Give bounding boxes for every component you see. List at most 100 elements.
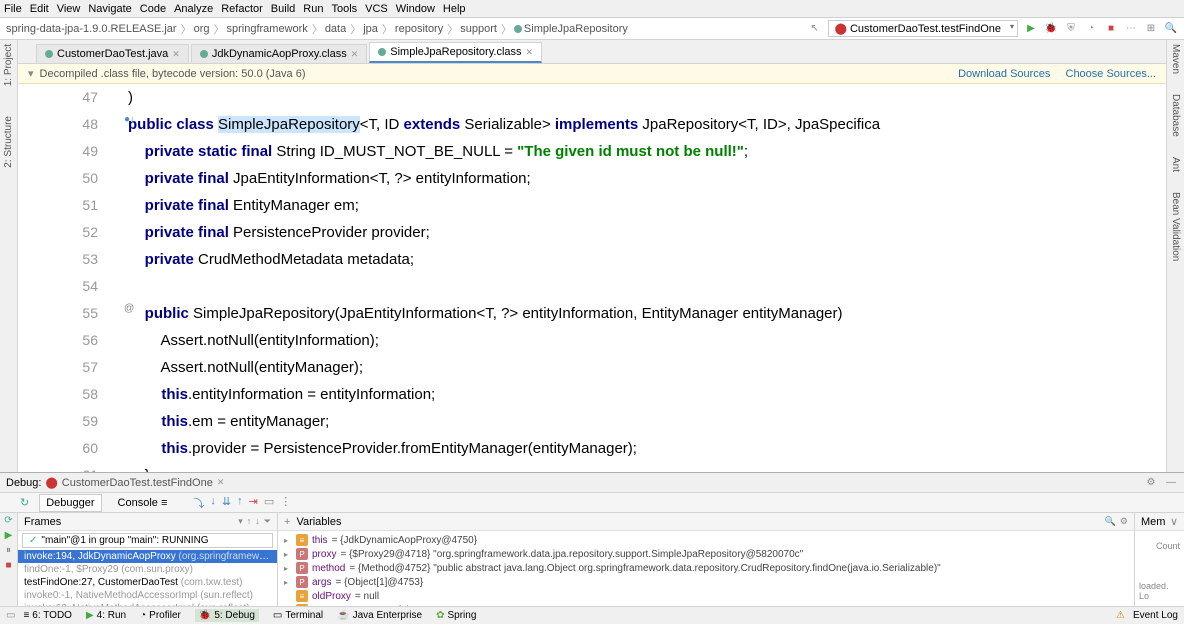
- sb-terminal[interactable]: ▭Terminal: [273, 610, 323, 621]
- close-icon[interactable]: ✕: [217, 477, 225, 488]
- close-icon[interactable]: ✕: [526, 47, 534, 58]
- breadcrumb-item[interactable]: repository: [395, 23, 443, 35]
- tab-database[interactable]: Database: [1170, 94, 1181, 137]
- code-content[interactable]: ) public class SimpleJpaRepository<T, ID…: [128, 84, 1166, 472]
- step-over-icon[interactable]: ⤵: [193, 495, 204, 511]
- banner-arrow-icon[interactable]: ▾: [28, 67, 34, 80]
- editor-tab[interactable]: CustomerDaoTest.java✕: [36, 44, 189, 63]
- resume-icon[interactable]: ↻: [20, 496, 29, 509]
- stop-icon[interactable]: ■: [1104, 22, 1118, 36]
- expand-icon[interactable]: ▸: [284, 578, 292, 587]
- search-icon[interactable]: 🔍: [1105, 516, 1116, 527]
- expand-icon[interactable]: ▸: [284, 564, 292, 573]
- filter-icon[interactable]: ⏷: [264, 516, 271, 527]
- menu-run[interactable]: Run: [303, 3, 323, 15]
- add-icon[interactable]: +: [284, 516, 290, 528]
- step-into-icon[interactable]: ↓: [210, 495, 216, 511]
- editor-tab[interactable]: JdkDynamicAopProxy.class✕: [191, 44, 367, 63]
- debug-icon[interactable]: 🐞: [1044, 22, 1058, 36]
- editor-tab-active[interactable]: SimpleJpaRepository.class✕: [369, 42, 542, 63]
- close-icon[interactable]: ✕: [351, 49, 359, 60]
- breadcrumb-item[interactable]: org: [194, 23, 210, 35]
- tab-console[interactable]: Console ≡: [112, 495, 174, 511]
- back-icon[interactable]: ↖: [808, 22, 822, 36]
- tab-structure[interactable]: 2: Structure: [3, 116, 14, 168]
- breadcrumb-item[interactable]: SimpleJpaRepository: [524, 23, 628, 35]
- frame-row[interactable]: findOne:-1, $Proxy29 (com.sun.proxy): [18, 563, 277, 576]
- var-row[interactable]: ▸Pargs = {Object[1]@4753}: [278, 575, 1134, 589]
- step-out-icon[interactable]: ↑: [237, 495, 243, 511]
- breadcrumb-item[interactable]: springframework: [227, 23, 308, 35]
- menu-view[interactable]: View: [57, 3, 81, 15]
- close-icon[interactable]: ✕: [172, 49, 180, 60]
- tool-window-icon[interactable]: ▭: [6, 610, 15, 621]
- notification-icon[interactable]: ⚠: [1116, 610, 1125, 621]
- structure-icon[interactable]: ⊞: [1144, 22, 1158, 36]
- download-sources-link[interactable]: Download Sources: [958, 68, 1050, 80]
- gear-icon[interactable]: ⚙: [1120, 516, 1128, 527]
- tab-maven[interactable]: Maven: [1170, 44, 1181, 74]
- override-icon[interactable]: ●↓: [124, 114, 135, 125]
- down-icon[interactable]: ↓: [255, 516, 260, 527]
- menu-code[interactable]: Code: [140, 3, 166, 15]
- var-row[interactable]: ≡setProxyContext = false: [278, 603, 1134, 606]
- menu-tools[interactable]: Tools: [331, 3, 357, 15]
- run-icon[interactable]: ▶: [1024, 22, 1038, 36]
- tab-project[interactable]: 1: Project: [3, 44, 14, 86]
- expand-icon[interactable]: ▸: [284, 536, 292, 545]
- sb-debug[interactable]: 🐞5: Debug: [195, 609, 259, 622]
- frame-row[interactable]: invoke:62, NativeMethodAccessorImpl (sun…: [18, 602, 277, 606]
- breadcrumb-item[interactable]: data: [325, 23, 346, 35]
- minimize-icon[interactable]: —: [1164, 476, 1178, 490]
- stop-icon[interactable]: ■: [5, 560, 11, 571]
- chevron-down-icon[interactable]: ∨: [1170, 515, 1178, 528]
- evaluate-icon[interactable]: ▭: [264, 495, 274, 511]
- frame-row[interactable]: invoke0:-1, NativeMethodAccessorImpl (su…: [18, 589, 277, 602]
- menu-refactor[interactable]: Refactor: [221, 3, 263, 15]
- menu-build[interactable]: Build: [271, 3, 295, 15]
- profile-icon[interactable]: ◔: [1084, 22, 1098, 36]
- run-config-selector[interactable]: ⬤ CustomerDaoTest.testFindOne: [828, 20, 1018, 37]
- more-icon[interactable]: ⋯: [1124, 22, 1138, 36]
- event-log-link[interactable]: Event Log: [1133, 610, 1178, 621]
- choose-sources-link[interactable]: Choose Sources...: [1066, 68, 1157, 80]
- run-to-cursor-icon[interactable]: ⇥: [249, 495, 258, 511]
- frames-list[interactable]: "main"@1 in group "main": RUNNING invoke…: [18, 531, 277, 606]
- force-step-into-icon[interactable]: ⇊: [222, 495, 231, 511]
- menu-file[interactable]: File: [4, 3, 22, 15]
- tab-bean-validation[interactable]: Bean Validation: [1170, 192, 1181, 261]
- var-row[interactable]: ▸Pmethod = {Method@4752} "public abstrac…: [278, 561, 1134, 575]
- annotation-icon[interactable]: @: [124, 303, 134, 314]
- prev-frame-icon[interactable]: ▾: [238, 516, 243, 527]
- breadcrumb-item[interactable]: support: [460, 23, 497, 35]
- gear-icon[interactable]: ⚙: [1144, 476, 1158, 490]
- menu-window[interactable]: Window: [396, 3, 435, 15]
- up-icon[interactable]: ↑: [247, 516, 252, 527]
- variables-list[interactable]: ▸≡this = {JdkDynamicAopProxy@4750} ▸Ppro…: [278, 531, 1134, 606]
- tab-debugger[interactable]: Debugger: [39, 494, 101, 512]
- more-icon[interactable]: ⋮: [280, 495, 291, 511]
- rerun-icon[interactable]: ⟳: [4, 515, 12, 526]
- breadcrumb-item[interactable]: jpa: [363, 23, 378, 35]
- menu-edit[interactable]: Edit: [30, 3, 49, 15]
- search-icon[interactable]: 🔍: [1164, 22, 1178, 36]
- menu-vcs[interactable]: VCS: [365, 3, 388, 15]
- menu-analyze[interactable]: Analyze: [174, 3, 213, 15]
- var-row[interactable]: ▸Pproxy = {$Proxy29@4718} "org.springfra…: [278, 547, 1134, 561]
- menu-help[interactable]: Help: [443, 3, 466, 15]
- coverage-icon[interactable]: ⛨: [1064, 22, 1078, 36]
- breadcrumb-item[interactable]: spring-data-jpa-1.9.0.RELEASE.jar: [6, 23, 177, 35]
- sb-todo[interactable]: ≡6: TODO: [23, 610, 72, 621]
- thread-selector[interactable]: "main"@1 in group "main": RUNNING: [22, 533, 273, 548]
- sb-run[interactable]: ▶4: Run: [86, 610, 126, 621]
- pause-icon[interactable]: ⏸: [6, 545, 11, 556]
- frame-row[interactable]: testFindOne:27, CustomerDaoTest (com.txw…: [18, 576, 277, 589]
- var-row[interactable]: ▸≡this = {JdkDynamicAopProxy@4750}: [278, 533, 1134, 547]
- var-row[interactable]: ≡oldProxy = null: [278, 589, 1134, 603]
- sb-spring[interactable]: ✿Spring: [436, 610, 476, 621]
- code-editor[interactable]: 47 48 49 50 51 52 53 54 55 56 57 58 59 6…: [18, 84, 1166, 472]
- expand-icon[interactable]: ▸: [284, 550, 292, 559]
- sb-profiler[interactable]: ◔Profiler: [140, 610, 181, 621]
- resume-icon[interactable]: ▶: [5, 530, 13, 541]
- tab-ant[interactable]: Ant: [1170, 157, 1181, 172]
